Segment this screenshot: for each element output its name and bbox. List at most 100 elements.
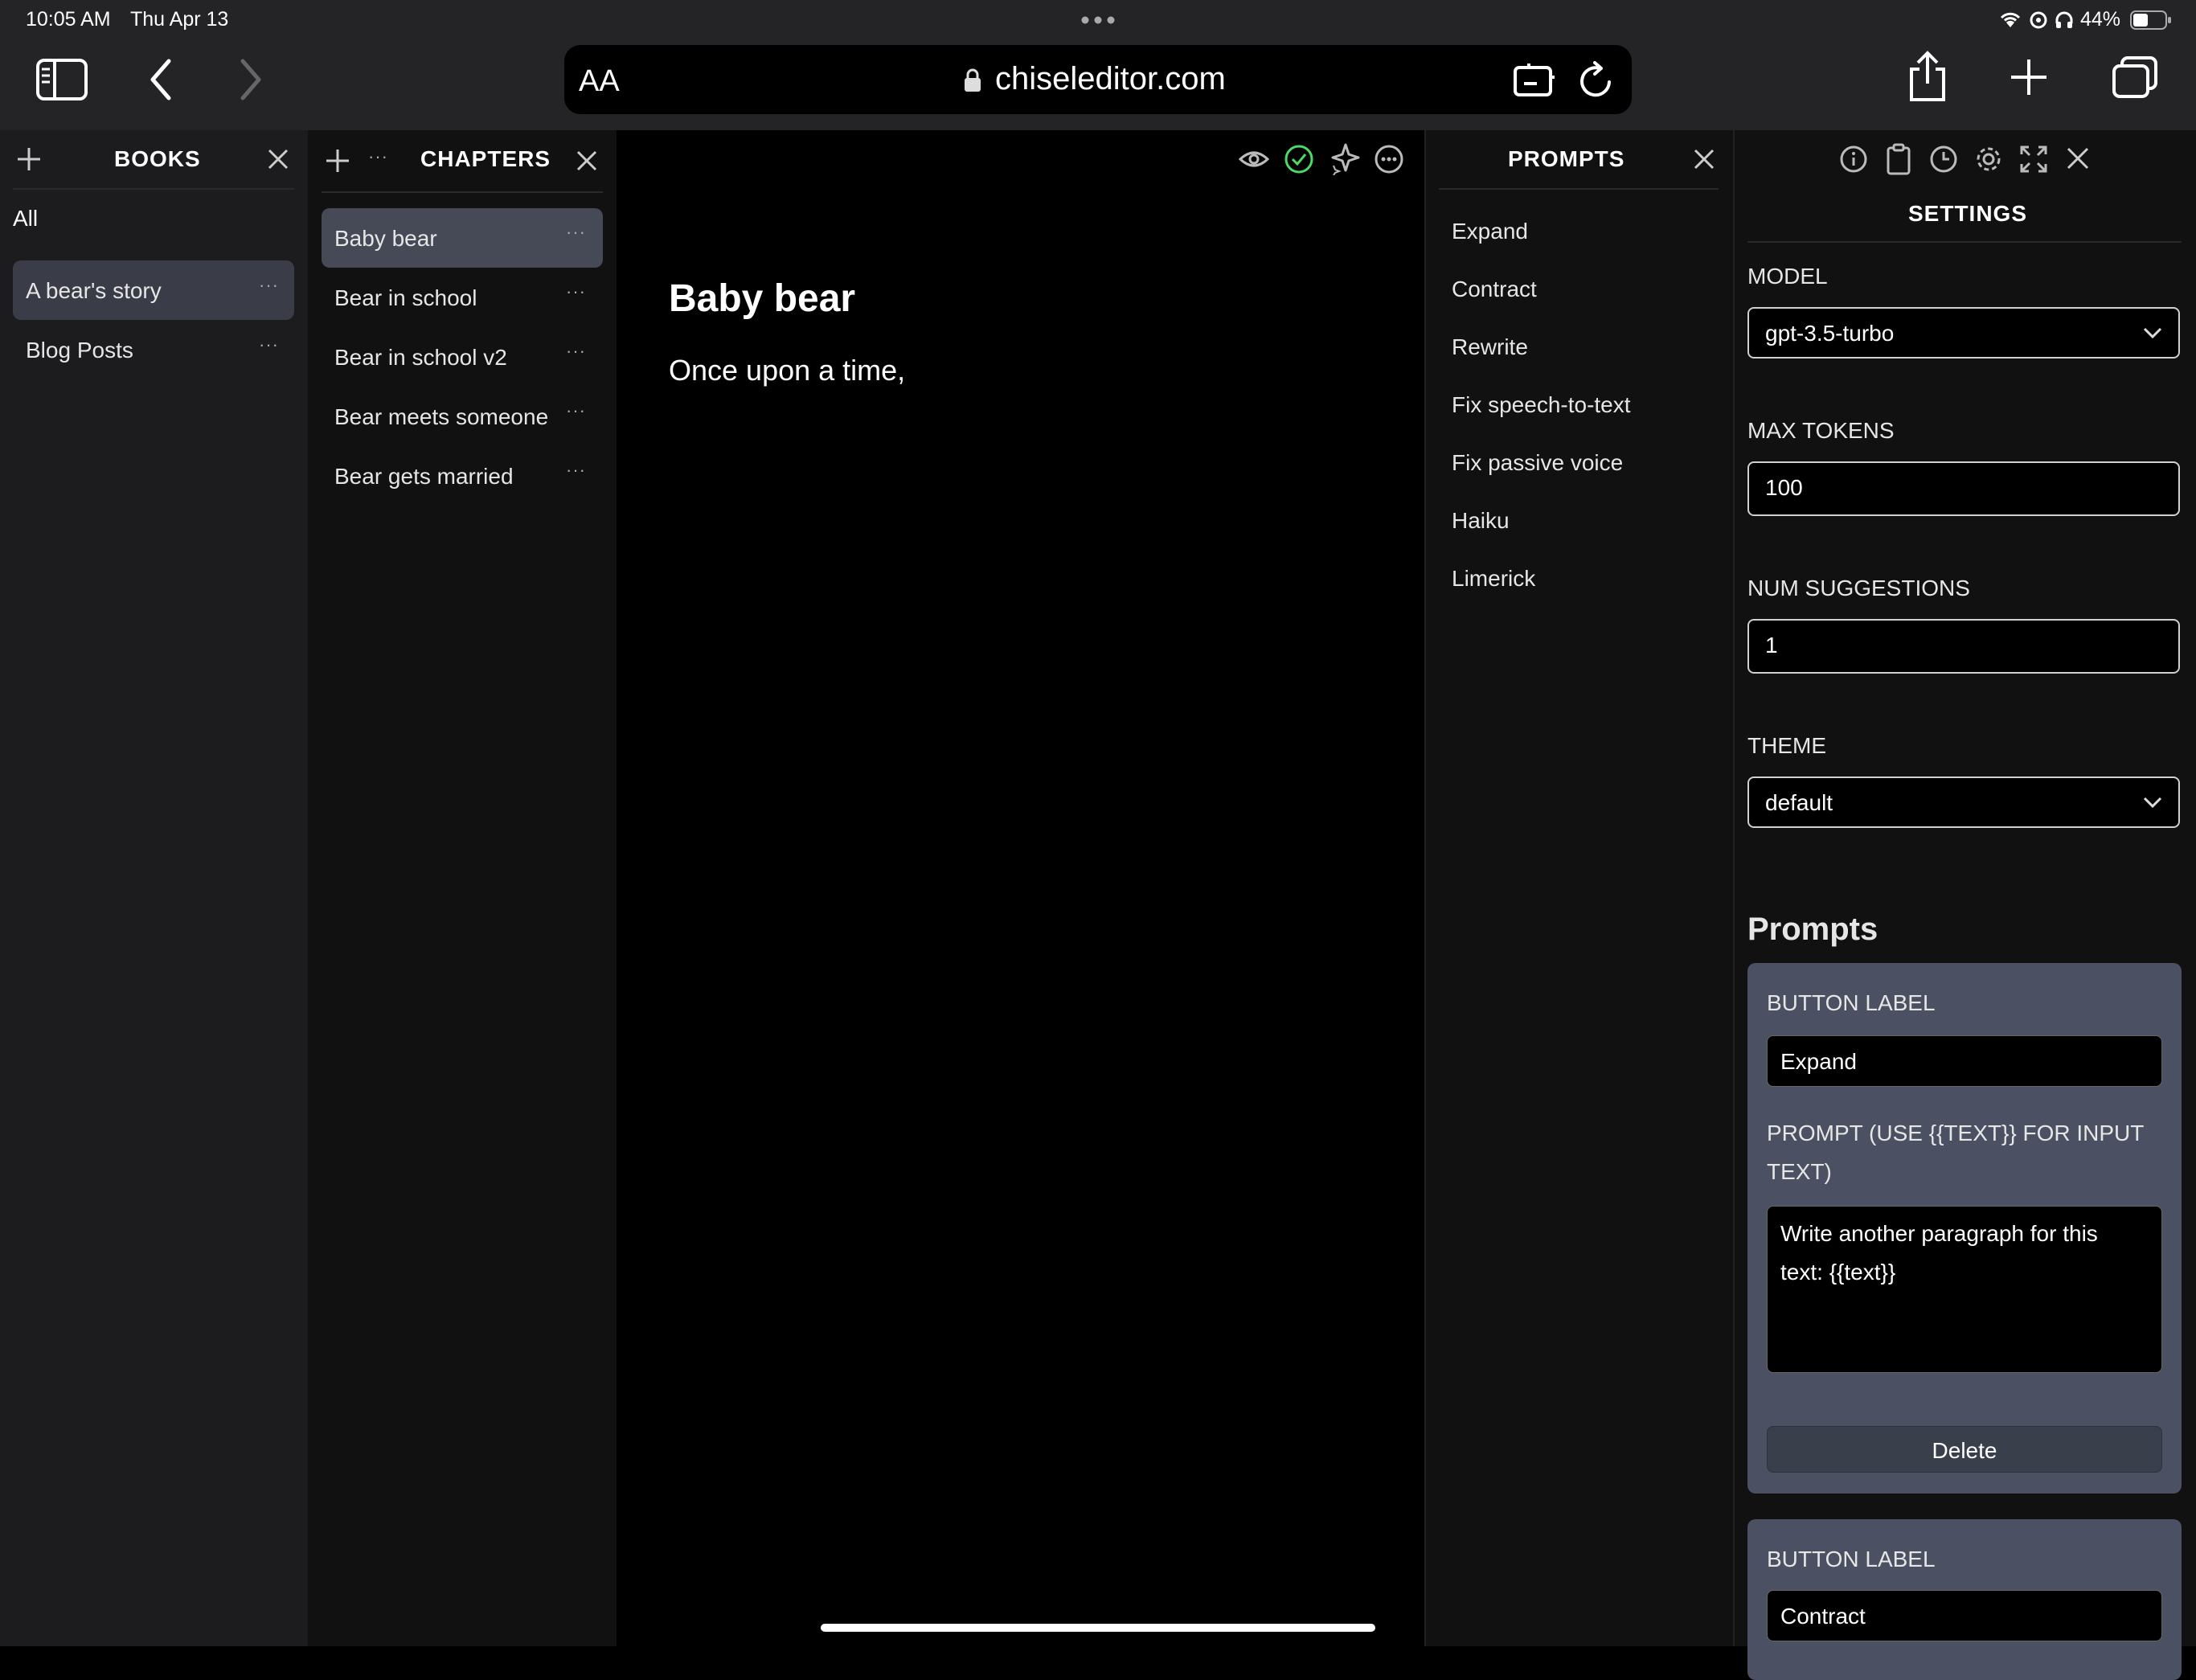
button-label-title: BUTTON LABEL bbox=[1767, 990, 1936, 1015]
browser-toolbar: AA chiseleditor.com bbox=[0, 40, 2196, 130]
max-tokens-value: 100 bbox=[1765, 475, 1803, 500]
reload-icon[interactable] bbox=[1579, 61, 1614, 98]
prompts-title: PROMPTS bbox=[1508, 146, 1625, 171]
chevron-down-icon bbox=[2143, 326, 2162, 339]
info-icon[interactable] bbox=[1839, 145, 1868, 174]
divider bbox=[1439, 188, 1719, 190]
chapter-more-icon[interactable]: ··· bbox=[566, 281, 586, 302]
num-suggestions-value: 1 bbox=[1765, 633, 1778, 658]
sidebar-toggle-icon[interactable] bbox=[35, 58, 88, 101]
button-label-value: Expand bbox=[1780, 1049, 1857, 1074]
prompt-item[interactable]: Expand bbox=[1452, 219, 1528, 244]
num-suggestions-input[interactable]: 1 bbox=[1747, 619, 2180, 674]
forward-icon[interactable] bbox=[238, 58, 264, 101]
book-more-icon[interactable]: ··· bbox=[259, 275, 279, 296]
status-bar: 10:05 AM Thu Apr 13 44% bbox=[0, 0, 2196, 40]
ai-sparkle-icon[interactable] bbox=[1328, 141, 1360, 175]
multitasking-dots-icon[interactable] bbox=[1081, 16, 1115, 24]
chapter-more-icon[interactable]: ··· bbox=[566, 341, 586, 362]
preview-eye-icon[interactable] bbox=[1238, 143, 1270, 175]
close-settings-icon[interactable] bbox=[2066, 146, 2090, 170]
prompt-item[interactable]: Fix passive voice bbox=[1452, 450, 1623, 476]
chapter-more-icon[interactable]: ··· bbox=[566, 222, 586, 243]
wifi-icon bbox=[1998, 10, 2022, 29]
battery-percent: 44% bbox=[2080, 8, 2121, 31]
books-title: BOOKS bbox=[114, 146, 201, 171]
chapter-item-label[interactable]: Baby bear bbox=[334, 226, 437, 252]
tab-overview-icon[interactable] bbox=[2111, 55, 2159, 100]
add-book-icon[interactable] bbox=[16, 146, 42, 172]
prompt-field-title: PROMPT (USE {{TEXT}} FOR INPUT bbox=[1767, 1121, 2145, 1145]
chapter-more-icon[interactable]: ··· bbox=[566, 460, 586, 481]
button-label-input[interactable]: Contract bbox=[1767, 1590, 2162, 1641]
close-prompts-icon[interactable] bbox=[1693, 148, 1715, 170]
address-bar[interactable]: AA chiseleditor.com bbox=[564, 45, 1632, 114]
books-filter-all[interactable]: All bbox=[13, 206, 38, 232]
more-options-icon[interactable] bbox=[1373, 143, 1405, 175]
status-date: Thu Apr 13 bbox=[130, 8, 229, 31]
max-tokens-input[interactable]: 100 bbox=[1747, 461, 2180, 516]
chapters-more-icon[interactable]: ··· bbox=[368, 146, 388, 167]
prompt-field-title: TEXT) bbox=[1767, 1159, 1832, 1184]
chapter-item-label[interactable]: Bear gets married bbox=[334, 464, 514, 490]
book-item-label[interactable]: Blog Posts bbox=[26, 338, 133, 363]
chapter-item-label[interactable]: Bear in school bbox=[334, 285, 477, 311]
button-label-input[interactable]: Expand bbox=[1767, 1035, 2162, 1087]
back-icon[interactable] bbox=[148, 58, 174, 101]
url-text[interactable]: chiseleditor.com bbox=[995, 61, 1226, 97]
book-item-label[interactable]: A bear's story bbox=[26, 278, 162, 304]
model-label: MODEL bbox=[1747, 264, 1828, 289]
prompts-heading: Prompts bbox=[1747, 912, 1878, 947]
status-time: 10:05 AM bbox=[26, 8, 111, 31]
home-indicator[interactable] bbox=[821, 1624, 1375, 1632]
delete-label: Delete bbox=[1932, 1438, 1997, 1463]
chapter-more-icon[interactable]: ··· bbox=[566, 400, 586, 421]
divider bbox=[322, 191, 603, 193]
battery-icon bbox=[2130, 10, 2172, 31]
clipboard-icon[interactable] bbox=[1884, 143, 1913, 175]
model-select-value: gpt-3.5-turbo bbox=[1765, 321, 1895, 346]
location-lock-icon bbox=[2029, 10, 2048, 30]
prompt-text: Write another paragraph for this bbox=[1780, 1221, 2098, 1246]
share-icon[interactable] bbox=[1907, 50, 1948, 103]
prompt-item[interactable]: Contract bbox=[1452, 277, 1537, 302]
theme-select-value: default bbox=[1765, 790, 1833, 815]
settings-title: SETTINGS bbox=[1908, 201, 2028, 226]
chapters-title: CHAPTERS bbox=[420, 146, 551, 171]
close-books-icon[interactable] bbox=[267, 148, 289, 170]
model-select[interactable]: gpt-3.5-turbo bbox=[1747, 307, 2180, 359]
prompt-card: BUTTON LABEL Contract bbox=[1747, 1519, 2182, 1680]
chapter-heading[interactable]: Baby bear bbox=[669, 277, 855, 321]
prompt-item[interactable]: Fix speech-to-text bbox=[1452, 392, 1631, 418]
button-label-value: Contract bbox=[1780, 1604, 1866, 1629]
headphones-icon bbox=[2055, 10, 2074, 30]
chapter-item-label[interactable]: Bear in school v2 bbox=[334, 345, 507, 371]
lock-icon bbox=[963, 68, 982, 93]
chapter-item-label[interactable]: Bear meets someone bbox=[334, 404, 548, 430]
theme-select[interactable]: default bbox=[1747, 776, 2180, 828]
prompt-item[interactable]: Rewrite bbox=[1452, 334, 1528, 360]
delete-prompt-button[interactable]: Delete bbox=[1767, 1426, 2162, 1473]
add-chapter-icon[interactable] bbox=[325, 148, 350, 174]
prompt-item[interactable]: Haiku bbox=[1452, 508, 1510, 534]
extension-icon[interactable] bbox=[1513, 61, 1556, 98]
reader-aa-button[interactable]: AA bbox=[579, 64, 620, 99]
fullscreen-icon[interactable] bbox=[2019, 145, 2048, 174]
check-icon[interactable] bbox=[1283, 143, 1315, 175]
book-more-icon[interactable]: ··· bbox=[259, 334, 279, 355]
divider bbox=[1747, 241, 2182, 243]
num-suggestions-label: NUM SUGGESTIONS bbox=[1747, 576, 1970, 600]
button-label-title: BUTTON LABEL bbox=[1767, 1547, 1936, 1571]
history-clock-icon[interactable] bbox=[1929, 145, 1958, 174]
chevron-down-icon bbox=[2143, 796, 2162, 809]
divider bbox=[13, 188, 294, 190]
chapter-body[interactable]: Once upon a time, bbox=[669, 354, 905, 387]
new-tab-icon[interactable] bbox=[2010, 58, 2048, 96]
prompt-item[interactable]: Limerick bbox=[1452, 566, 1535, 592]
close-chapters-icon[interactable] bbox=[576, 150, 598, 172]
max-tokens-label: MAX TOKENS bbox=[1747, 418, 1895, 443]
prompt-textarea[interactable]: Write another paragraph for this text: {… bbox=[1767, 1206, 2162, 1373]
settings-gear-icon[interactable] bbox=[1974, 145, 2003, 174]
prompt-text: text: {{text}} bbox=[1780, 1260, 1896, 1285]
theme-label: THEME bbox=[1747, 733, 1826, 758]
